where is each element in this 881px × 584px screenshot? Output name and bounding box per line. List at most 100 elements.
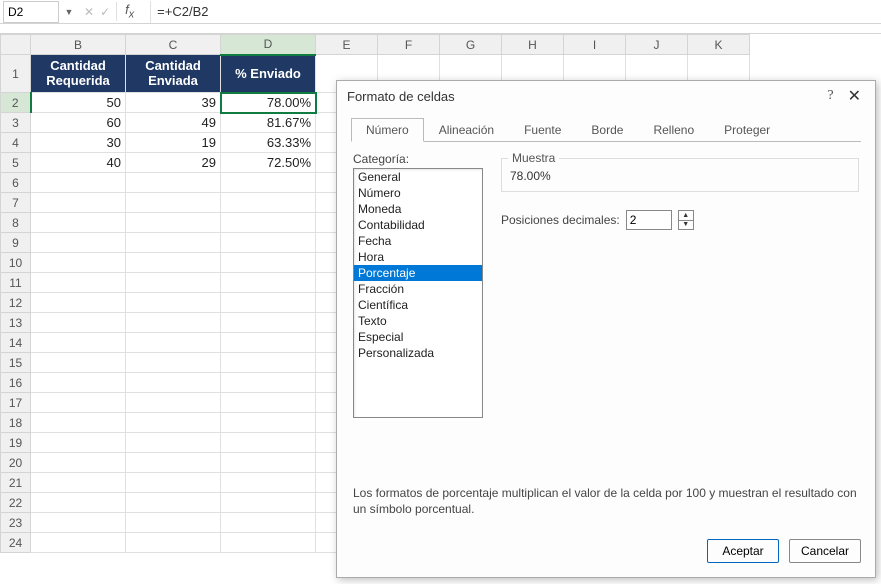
cell-B2[interactable]: 50	[31, 93, 126, 113]
select-all-corner[interactable]	[1, 35, 31, 55]
cancel-button[interactable]: Cancelar	[789, 539, 861, 563]
cell-B14[interactable]	[31, 333, 126, 353]
row-header-8[interactable]: 8	[1, 213, 31, 233]
cell-C4[interactable]: 19	[126, 133, 221, 153]
cell-B11[interactable]	[31, 273, 126, 293]
cell-B20[interactable]	[31, 453, 126, 473]
col-header-B[interactable]: B	[31, 35, 126, 55]
cell-C2[interactable]: 39	[126, 93, 221, 113]
cell-C11[interactable]	[126, 273, 221, 293]
row-header-2[interactable]: 2	[1, 93, 31, 113]
cell-B6[interactable]	[31, 173, 126, 193]
tab-borde[interactable]: Borde	[576, 118, 638, 142]
cell-D18[interactable]	[221, 413, 316, 433]
row-header-17[interactable]: 17	[1, 393, 31, 413]
tab-fuente[interactable]: Fuente	[509, 118, 576, 142]
row-header-4[interactable]: 4	[1, 133, 31, 153]
cell-B17[interactable]	[31, 393, 126, 413]
cell-B5[interactable]: 40	[31, 153, 126, 173]
row-header-1[interactable]: 1	[1, 55, 31, 93]
row-header-16[interactable]: 16	[1, 373, 31, 393]
row-header-22[interactable]: 22	[1, 493, 31, 513]
row-header-6[interactable]: 6	[1, 173, 31, 193]
cell-D5[interactable]: 72.50%	[221, 153, 316, 173]
decimals-spinner[interactable]: ▲ ▼	[678, 210, 694, 230]
cell-D17[interactable]	[221, 393, 316, 413]
row-header-9[interactable]: 9	[1, 233, 31, 253]
cell-C6[interactable]	[126, 173, 221, 193]
cell-C1[interactable]: Cantidad Enviada	[126, 55, 221, 93]
name-box[interactable]: D2	[3, 1, 59, 23]
cell-B8[interactable]	[31, 213, 126, 233]
category-porcentaje[interactable]: Porcentaje	[354, 265, 482, 281]
cell-D13[interactable]	[221, 313, 316, 333]
cell-D4[interactable]: 63.33%	[221, 133, 316, 153]
col-header-E[interactable]: E	[316, 35, 378, 55]
help-icon[interactable]: ?	[817, 88, 843, 104]
cell-B23[interactable]	[31, 513, 126, 533]
cancel-formula-icon[interactable]: ✕	[84, 5, 94, 19]
col-header-I[interactable]: I	[564, 35, 626, 55]
name-box-dropdown-icon[interactable]: ▼	[62, 7, 76, 17]
cell-D2[interactable]: 78.00%	[221, 93, 316, 113]
cell-B3[interactable]: 60	[31, 113, 126, 133]
col-header-D[interactable]: D	[221, 35, 316, 55]
cell-C17[interactable]	[126, 393, 221, 413]
cell-B16[interactable]	[31, 373, 126, 393]
row-header-13[interactable]: 13	[1, 313, 31, 333]
tab-relleno[interactable]: Relleno	[638, 118, 709, 142]
tab-alineación[interactable]: Alineación	[424, 118, 509, 142]
row-header-3[interactable]: 3	[1, 113, 31, 133]
cell-B4[interactable]: 30	[31, 133, 126, 153]
cell-D8[interactable]	[221, 213, 316, 233]
spinner-up-icon[interactable]: ▲	[679, 211, 693, 221]
cell-D21[interactable]	[221, 473, 316, 493]
cell-C5[interactable]: 29	[126, 153, 221, 173]
row-header-12[interactable]: 12	[1, 293, 31, 313]
row-header-10[interactable]: 10	[1, 253, 31, 273]
cell-D1[interactable]: % Enviado	[221, 55, 316, 93]
close-icon[interactable]: ✕	[844, 86, 865, 106]
cell-B19[interactable]	[31, 433, 126, 453]
cell-D7[interactable]	[221, 193, 316, 213]
category-número[interactable]: Número	[354, 185, 482, 201]
cell-C8[interactable]	[126, 213, 221, 233]
cell-D10[interactable]	[221, 253, 316, 273]
cell-D14[interactable]	[221, 333, 316, 353]
row-header-15[interactable]: 15	[1, 353, 31, 373]
cell-B24[interactable]	[31, 533, 126, 553]
cell-D22[interactable]	[221, 493, 316, 513]
spinner-down-icon[interactable]: ▼	[679, 221, 693, 230]
category-moneda[interactable]: Moneda	[354, 201, 482, 217]
category-contabilidad[interactable]: Contabilidad	[354, 217, 482, 233]
cell-C24[interactable]	[126, 533, 221, 553]
ok-button[interactable]: Aceptar	[707, 539, 779, 563]
category-hora[interactable]: Hora	[354, 249, 482, 265]
cell-D6[interactable]	[221, 173, 316, 193]
row-header-23[interactable]: 23	[1, 513, 31, 533]
cell-D3[interactable]: 81.67%	[221, 113, 316, 133]
category-list[interactable]: GeneralNúmeroMonedaContabilidadFechaHora…	[353, 168, 483, 418]
col-header-F[interactable]: F	[378, 35, 440, 55]
tab-proteger[interactable]: Proteger	[709, 118, 785, 142]
col-header-K[interactable]: K	[688, 35, 750, 55]
cell-C15[interactable]	[126, 353, 221, 373]
cell-C9[interactable]	[126, 233, 221, 253]
decimals-input[interactable]	[626, 210, 672, 230]
cell-C16[interactable]	[126, 373, 221, 393]
cell-D23[interactable]	[221, 513, 316, 533]
cell-B10[interactable]	[31, 253, 126, 273]
row-header-7[interactable]: 7	[1, 193, 31, 213]
category-personalizada[interactable]: Personalizada	[354, 345, 482, 361]
cell-B15[interactable]	[31, 353, 126, 373]
cell-C21[interactable]	[126, 473, 221, 493]
cell-C12[interactable]	[126, 293, 221, 313]
category-general[interactable]: General	[354, 169, 482, 185]
category-texto[interactable]: Texto	[354, 313, 482, 329]
cell-B21[interactable]	[31, 473, 126, 493]
cell-C10[interactable]	[126, 253, 221, 273]
cell-D15[interactable]	[221, 353, 316, 373]
category-fracción[interactable]: Fracción	[354, 281, 482, 297]
category-fecha[interactable]: Fecha	[354, 233, 482, 249]
category-especial[interactable]: Especial	[354, 329, 482, 345]
